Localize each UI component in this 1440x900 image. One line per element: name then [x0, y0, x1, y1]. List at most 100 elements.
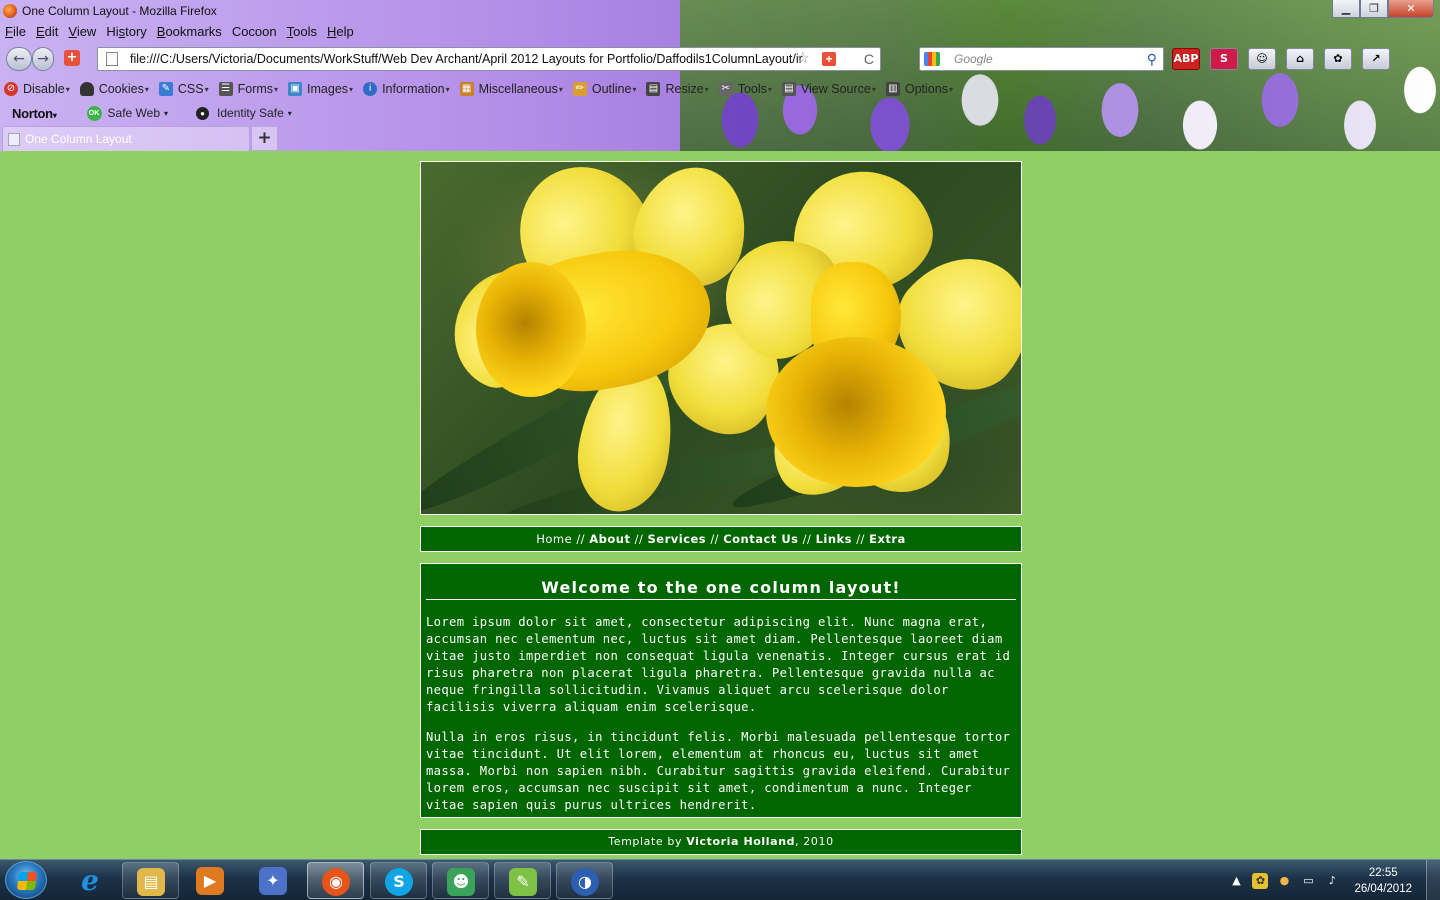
wd-miscellaneous-menu[interactable]: ▦ Miscellaneous [456, 79, 569, 99]
nav-link-extra[interactable]: Extra [869, 532, 906, 546]
addon-plus-icon[interactable]: + [64, 50, 80, 66]
taskbar-skype[interactable]: S [370, 862, 427, 899]
nav-separator: // [710, 532, 724, 546]
wd-information-menu[interactable]: i Information [359, 79, 456, 99]
update-tray-icon[interactable]: ● [1276, 873, 1292, 889]
addon-plus-icon[interactable]: + [822, 52, 836, 66]
wd-css-menu[interactable]: ✎ CSS [155, 79, 215, 99]
media-player-icon: ▶ [196, 867, 224, 895]
menu-bar: File Edit View History Bookmarks Cocoon … [0, 22, 359, 42]
back-button[interactable]: ← [6, 47, 32, 71]
nav-link-services[interactable]: Services [648, 532, 707, 546]
back-arrow-icon: ← [13, 51, 25, 67]
messenger-icon: ☻ [447, 868, 475, 896]
forms-icon: ☰ [218, 82, 233, 96]
nav-link-contact-us[interactable]: Contact Us [723, 532, 798, 546]
wd-images-menu[interactable]: ▣ Images [284, 79, 359, 99]
wd-disable-menu[interactable]: ⊘ Disable [0, 79, 76, 99]
menu-edit[interactable]: Edit [31, 22, 63, 42]
new-tab-button[interactable]: + [251, 126, 278, 151]
forward-arrow-icon: → [37, 51, 49, 67]
taskbar-jetaudio[interactable]: ✦ [245, 862, 302, 899]
nav-separator: // [856, 532, 870, 546]
clock[interactable]: 22:55 26/04/2012 [1354, 865, 1412, 897]
site-footer: Template by Victoria Holland, 2010 [420, 829, 1022, 855]
home-icon[interactable]: ⌂ [1286, 48, 1314, 70]
menu-view[interactable]: View [63, 22, 101, 42]
menu-cocoon[interactable]: Cocoon [227, 22, 282, 42]
window-title: One Column Layout - Mozilla Firefox [22, 4, 217, 18]
taskbar-internet-explorer[interactable]: e [62, 862, 119, 899]
footer-prefix: Template by [608, 835, 687, 848]
forward-button[interactable]: → [32, 47, 54, 71]
outline-icon: ✏ [572, 82, 587, 96]
taskbar-media-player[interactable]: ▶ [182, 862, 239, 899]
wd-resize-menu[interactable]: ▤ Resize [642, 79, 714, 99]
show-hidden-icons-icon[interactable]: ▲ [1228, 873, 1244, 889]
wd-cookies-menu[interactable]: Cookies [76, 79, 155, 99]
volume-icon[interactable]: ♪ [1324, 873, 1340, 889]
tab-strip: One Column Layout + [0, 126, 1440, 151]
window-controls: ▁ ❐ ✕ [1332, 0, 1434, 18]
persona-icon[interactable]: ✿ [1324, 48, 1352, 70]
show-desktop-button[interactable] [1426, 860, 1440, 900]
taskbar-windows-explorer[interactable]: ▤ [122, 862, 179, 899]
address-bar[interactable]: file:///C:/Users/Victoria/Documents/Work… [97, 47, 881, 71]
menu-file[interactable]: File [0, 22, 31, 42]
wd-view-source-menu[interactable]: ▤ View Source [778, 79, 882, 99]
layout-wrapper: Home // About // Services // Contact Us … [420, 161, 1022, 855]
adblock-plus-icon[interactable]: ABP [1172, 48, 1200, 70]
share-icon[interactable]: ↗ [1362, 48, 1390, 70]
page-heading: Welcome to the one column layout! [426, 578, 1016, 600]
stumble-icon[interactable]: S [1210, 48, 1238, 70]
system-tray: ▲ ✿ ● ▭ ♪ 22:55 26/04/2012 [1224, 860, 1440, 900]
tab-one-column-layout[interactable]: One Column Layout [2, 126, 250, 151]
start-button[interactable] [5, 861, 47, 899]
greasemonkey-icon[interactable]: ☺ [1248, 48, 1276, 70]
page-icon [106, 52, 118, 66]
nav-separator: // [634, 532, 648, 546]
cookies-icon [79, 82, 94, 96]
content-paragraph: Lorem ipsum dolor sit amet, consectetur … [426, 615, 1011, 714]
norton-tray-icon[interactable]: ✿ [1252, 872, 1269, 889]
taskbar-globe-app[interactable]: ◑ [556, 862, 613, 899]
google-engine-icon[interactable] [924, 52, 940, 66]
options-icon: ▥ [885, 82, 900, 96]
network-icon[interactable]: ▭ [1300, 873, 1316, 889]
folder-icon: ▤ [137, 868, 165, 896]
wd-forms-menu[interactable]: ☰ Forms [215, 79, 284, 99]
wd-outline-menu[interactable]: ✏ Outline [569, 79, 643, 99]
nav-link-home[interactable]: Home [536, 532, 572, 546]
jetaudio-icon: ✦ [259, 867, 287, 895]
nav-link-links[interactable]: Links [816, 532, 852, 546]
search-input[interactable]: Google ⚲ [919, 47, 1164, 71]
nav-link-about[interactable]: About [589, 532, 630, 546]
menu-tools[interactable]: Tools [282, 22, 322, 42]
toolbar-icons: ABP S ☺ ⌂ ✿ ↗ [1172, 48, 1390, 70]
safe-web-menu[interactable]: OK Safe Web ▾ [86, 105, 168, 121]
bookmark-star-icon[interactable]: ☆ [796, 48, 810, 70]
maximize-button[interactable]: ❐ [1360, 0, 1388, 18]
content-paragraph: Nulla in eros risus, in tincidunt felis.… [426, 730, 1011, 812]
reload-icon[interactable]: C [864, 48, 874, 70]
menu-bookmarks[interactable]: Bookmarks [152, 22, 227, 42]
taskbar-firefox[interactable]: ◉ [307, 862, 364, 899]
menu-help[interactable]: Help [322, 22, 359, 42]
norton-menu[interactable]: Norton▾ [12, 106, 57, 121]
wd-options-menu[interactable]: ▥ Options [882, 79, 959, 99]
windows-logo-icon [17, 872, 37, 890]
footer-suffix: , 2010 [795, 835, 834, 848]
lock-icon: ● [196, 106, 210, 120]
search-icon[interactable]: ⚲ [1147, 48, 1157, 70]
title-bar: One Column Layout - Mozilla Firefox ▁ ❐ … [0, 0, 1440, 22]
taskbar-messenger[interactable]: ☻ [432, 862, 489, 899]
identity-safe-menu[interactable]: ● Identity Safe ▾ [196, 106, 292, 120]
close-button[interactable]: ✕ [1388, 0, 1434, 18]
minimize-button[interactable]: ▁ [1332, 0, 1360, 18]
firefox-icon[interactable] [3, 4, 17, 18]
footer-author: Victoria Holland [686, 835, 796, 848]
menu-history[interactable]: History [101, 22, 151, 42]
main-content: Welcome to the one column layout! Lorem … [420, 563, 1022, 818]
taskbar-notepad[interactable]: ✎ [494, 862, 551, 899]
wd-tools-menu[interactable]: ✂ Tools [715, 79, 778, 99]
